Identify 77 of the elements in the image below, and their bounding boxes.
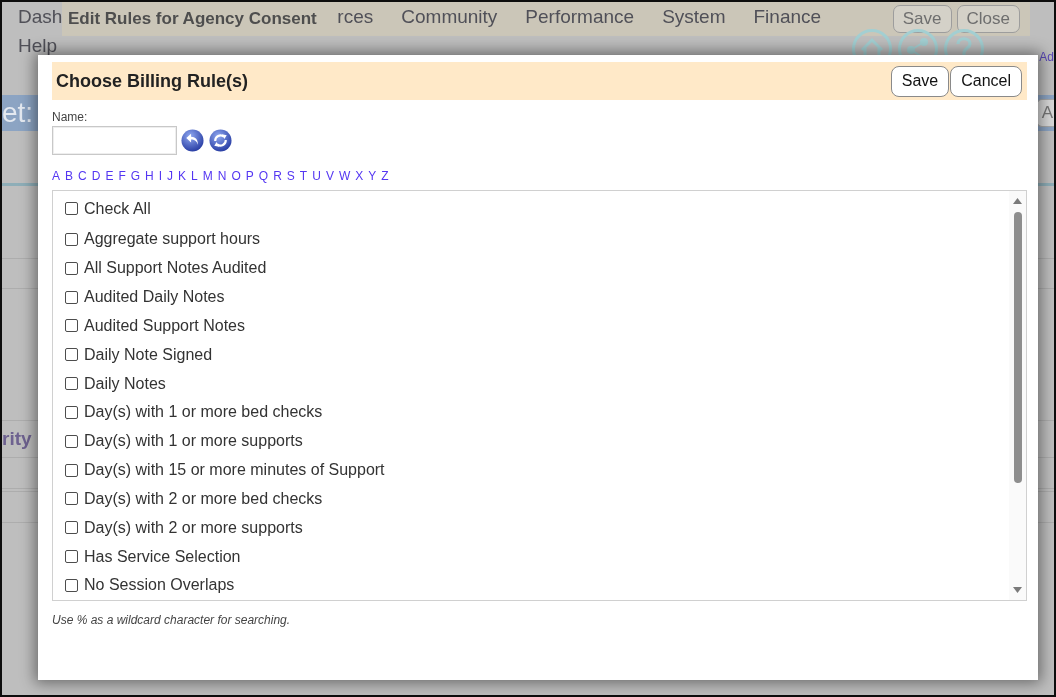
letter-link[interactable]: G: [130, 170, 141, 183]
checkbox-label[interactable]: All Support Notes Audited: [84, 259, 267, 278]
checkbox-label[interactable]: Audited Support Notes: [84, 316, 245, 335]
dialog-title: Choose Billing Rule(s): [56, 70, 248, 92]
menu-item[interactable]: System: [662, 6, 726, 28]
background-dialog-title: Edit Rules for Agency Consent: [68, 9, 317, 29]
checkbox-label[interactable]: Has Service Selection: [84, 547, 241, 566]
letter-link[interactable]: Q: [258, 170, 269, 183]
field-label: Name:: [52, 110, 88, 124]
checkbox[interactable]: [65, 232, 78, 246]
letter-link[interactable]: W: [338, 170, 351, 183]
undo-icon[interactable]: [181, 129, 204, 152]
letter-link[interactable]: J: [167, 170, 174, 183]
checkbox-label[interactable]: Check All: [84, 199, 151, 218]
checkbox[interactable]: [65, 492, 78, 506]
letter-link[interactable]: Y: [368, 170, 377, 183]
checkbox[interactable]: [65, 405, 78, 419]
menu-item[interactable]: Finance: [753, 6, 822, 28]
menu-item[interactable]: Dash: [18, 6, 63, 28]
checkbox[interactable]: [65, 521, 78, 535]
checkbox[interactable]: [65, 261, 78, 275]
letter-link[interactable]: L: [191, 170, 198, 183]
letter-link[interactable]: N: [217, 170, 227, 183]
letter-link[interactable]: D: [91, 170, 101, 183]
checkbox[interactable]: [65, 348, 78, 362]
letter-link[interactable]: I: [158, 170, 163, 183]
link[interactable]: Ad: [1039, 50, 1054, 64]
checkbox-label[interactable]: Audited Daily Notes: [84, 288, 225, 307]
letter-link[interactable]: U: [312, 170, 321, 183]
letter-link[interactable]: V: [325, 170, 334, 183]
letter-link[interactable]: F: [118, 170, 126, 183]
menu-item[interactable]: Performance: [525, 6, 635, 28]
checkbox-label[interactable]: Day(s) with 2 or more bed checks: [84, 489, 323, 508]
checkbox[interactable]: [65, 377, 78, 391]
checkbox-label[interactable]: Day(s) with 2 or more supports: [84, 518, 303, 537]
checkbox-label[interactable]: Daily Note Signed: [84, 345, 213, 364]
letter-link[interactable]: C: [78, 170, 87, 183]
letter-link[interactable]: X: [355, 170, 364, 183]
name-input-field[interactable]: [52, 126, 177, 155]
checkbox-label[interactable]: Day(s) with 1 or more supports: [84, 432, 303, 451]
banner-text: et:: [2, 97, 34, 129]
scrollbar-thumb[interactable]: [1013, 212, 1022, 483]
dialog-button[interactable]: Cancel: [950, 65, 1022, 97]
checkbox-label[interactable]: No Session Overlaps: [84, 576, 235, 595]
checkbox-label[interactable]: Aggregate support hours: [84, 230, 261, 249]
hint-text: Use % as a wildcard character for searching.: [52, 613, 292, 627]
letter-link[interactable]: H: [145, 170, 154, 183]
checkbox-label[interactable]: Day(s) with 1 or more bed checks: [84, 403, 323, 422]
checkbox[interactable]: [65, 202, 78, 215]
checkbox[interactable]: [65, 290, 78, 304]
column-header: rity: [2, 428, 32, 449]
checkbox[interactable]: [65, 550, 78, 563]
menu-item[interactable]: rces: [337, 6, 374, 28]
checkbox[interactable]: [65, 463, 78, 477]
checkbox[interactable]: [65, 319, 78, 333]
scroll-down-arrow-icon[interactable]: [1013, 587, 1022, 593]
letter-link[interactable]: Z: [381, 170, 389, 183]
letter-link[interactable]: S: [286, 170, 295, 183]
checkbox[interactable]: [65, 434, 78, 448]
letter-link[interactable]: B: [65, 170, 74, 183]
letter-link[interactable]: T: [299, 170, 308, 183]
menu-item[interactable]: Community: [401, 6, 498, 28]
dialog-button[interactable]: Save: [890, 65, 950, 97]
letter-link[interactable]: P: [245, 170, 254, 183]
letter-link[interactable]: R: [273, 170, 282, 183]
letter-link[interactable]: M: [202, 170, 213, 183]
refresh-icon[interactable]: [209, 129, 232, 152]
menu-item[interactable]: Help: [18, 35, 58, 57]
letter-link[interactable]: E: [105, 170, 114, 183]
scrollbar[interactable]: [1009, 191, 1026, 600]
checkbox[interactable]: [65, 578, 78, 592]
letter-link[interactable]: O: [231, 170, 241, 183]
scroll-up-arrow-icon[interactable]: [1013, 198, 1022, 204]
letter-link[interactable]: K: [178, 170, 187, 183]
checkbox-label[interactable]: Day(s) with 15 or more minutes of Support: [84, 461, 385, 480]
checkbox-label[interactable]: Daily Notes: [84, 374, 166, 393]
letter-link[interactable]: A: [52, 170, 60, 183]
